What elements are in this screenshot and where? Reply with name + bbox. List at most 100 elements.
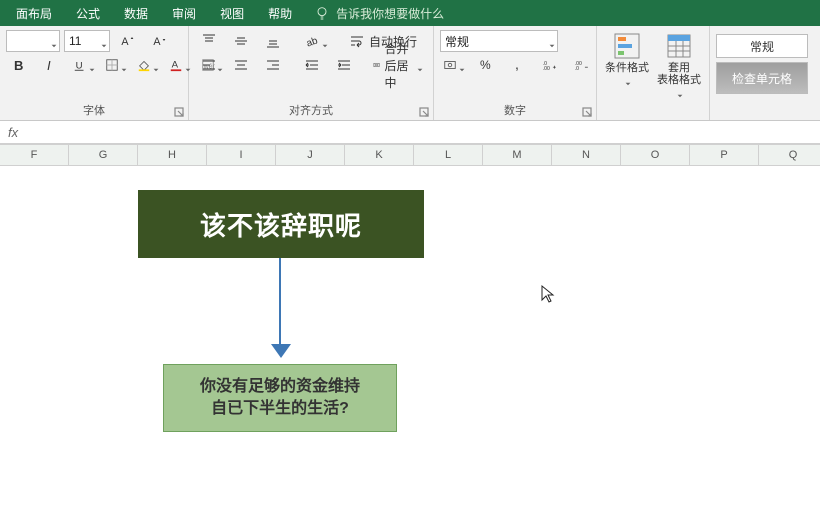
menu-bar: 面布局 公式 数据 审阅 视图 帮助 告诉我你想要做什么 [0, 0, 820, 26]
menu-view[interactable]: 视图 [208, 0, 256, 26]
decrease-decimal-button[interactable]: .00.0 [568, 54, 596, 76]
number-format-value: 常规 [445, 33, 469, 50]
column-header[interactable]: J [276, 145, 345, 165]
chevron-down-icon [459, 62, 465, 68]
comma-button[interactable]: , [504, 54, 532, 76]
align-right-button[interactable] [259, 54, 287, 76]
group-label-font: 字体 [83, 102, 105, 118]
fx-icon[interactable]: fx [8, 125, 18, 140]
diagram-title-box[interactable]: 该不该辞职呢 [138, 190, 424, 258]
chevron-down-icon [677, 88, 683, 94]
decrease-decimal-icon: .00.0 [574, 57, 590, 73]
tell-me[interactable]: 告诉我你想要做什么 [304, 5, 454, 22]
borders-button[interactable] [102, 54, 130, 76]
outdent-icon [304, 57, 320, 73]
svg-text:.0: .0 [575, 66, 579, 72]
merge-center-label: 合并后居中 [385, 40, 411, 91]
merge-center-icon [373, 57, 380, 73]
format-as-table-button[interactable]: 套用 表格格式 [655, 30, 703, 94]
percent-button[interactable]: % [472, 54, 500, 76]
column-header[interactable]: O [621, 145, 690, 165]
border-icon [105, 57, 119, 73]
menu-layout[interactable]: 面布局 [4, 0, 64, 26]
number-format-select[interactable]: 常规 [440, 30, 558, 52]
italic-button[interactable]: I [38, 54, 66, 76]
column-header[interactable]: G [69, 145, 138, 165]
align-left-button[interactable] [195, 54, 223, 76]
worksheet-canvas[interactable]: 该不该辞职呢 你没有足够的资金维持 自已下半生的生活? [0, 166, 820, 528]
menu-formulas[interactable]: 公式 [64, 0, 112, 26]
font-size-select[interactable]: 11 [64, 30, 110, 52]
increase-font-button[interactable]: A [114, 30, 142, 52]
cell-style-normal[interactable]: 常规 [716, 34, 808, 58]
menu-data[interactable]: 数据 [112, 0, 160, 26]
diagram-question-box[interactable]: 你没有足够的资金维持 自已下半生的生活? [163, 364, 397, 432]
align-center-button[interactable] [227, 54, 255, 76]
increase-decimal-button[interactable]: .0.00 [536, 54, 564, 76]
paint-bucket-icon [137, 57, 151, 73]
currency-button[interactable] [440, 54, 468, 76]
column-header[interactable]: F [0, 145, 69, 165]
increase-decimal-icon: .0.00 [542, 57, 558, 73]
merge-center-button[interactable]: 合并后居中 [369, 54, 427, 76]
cell-style-check-cell[interactable]: 检查单元格 [716, 62, 808, 94]
tell-me-label: 告诉我你想要做什么 [336, 5, 444, 22]
diagram-arrow-shaft [279, 258, 281, 348]
orientation-button[interactable]: ab [301, 30, 331, 52]
align-middle-icon [233, 33, 249, 49]
ribbon-group-cond-table: 条件格式 套用 表格格式 [597, 26, 710, 120]
ribbon-group-number: 常规 % , .0.00 .00.0 数字 [434, 26, 597, 120]
currency-icon [443, 57, 457, 73]
fill-color-button[interactable] [134, 54, 162, 76]
column-header[interactable]: I [207, 145, 276, 165]
font-decrease-icon: A [152, 33, 168, 49]
align-left-icon [201, 57, 217, 73]
menu-help[interactable]: 帮助 [256, 0, 304, 26]
ribbon-group-styles: 常规 检查单元格 [710, 26, 820, 120]
formula-input[interactable] [28, 122, 820, 142]
column-header[interactable]: N [552, 145, 621, 165]
svg-text:A: A [153, 36, 161, 48]
dialog-launcher-align[interactable] [419, 106, 429, 116]
underline-icon: U [73, 57, 87, 73]
svg-text:A: A [172, 60, 179, 71]
increase-indent-button[interactable] [330, 54, 358, 76]
column-header[interactable]: L [414, 145, 483, 165]
decrease-font-button[interactable]: A [146, 30, 174, 52]
align-bottom-button[interactable] [259, 30, 287, 52]
ribbon: 11 A A B I U A wén 字体 [0, 26, 820, 121]
orientation-icon: ab [304, 33, 320, 49]
bold-button[interactable]: B [6, 54, 34, 76]
svg-text:I: I [47, 58, 51, 73]
dialog-launcher-font[interactable] [174, 106, 184, 116]
italic-icon: I [44, 57, 60, 73]
column-header[interactable]: P [690, 145, 759, 165]
conditional-format-icon [613, 32, 641, 60]
comma-icon: , [510, 57, 526, 73]
column-header[interactable]: M [483, 145, 552, 165]
align-middle-button[interactable] [227, 30, 255, 52]
svg-text:B: B [14, 58, 23, 73]
dialog-launcher-number[interactable] [582, 106, 592, 116]
format-as-table-label: 套用 表格格式 [657, 62, 701, 86]
group-label-number: 数字 [504, 102, 526, 118]
chevron-down-icon [121, 62, 127, 68]
font-increase-icon: A [120, 33, 136, 49]
chevron-down-icon [549, 38, 555, 44]
bold-icon: B [12, 57, 28, 73]
font-family-select[interactable] [6, 30, 60, 52]
ribbon-group-font: 11 A A B I U A wén 字体 [0, 26, 189, 120]
column-header[interactable]: Q [759, 145, 820, 165]
svg-text:%: % [480, 58, 491, 72]
align-top-button[interactable] [195, 30, 223, 52]
column-header[interactable]: H [138, 145, 207, 165]
conditional-formatting-button[interactable]: 条件格式 [603, 30, 651, 82]
decrease-indent-button[interactable] [298, 54, 326, 76]
underline-button[interactable]: U [70, 54, 98, 76]
percent-icon: % [478, 57, 494, 73]
ribbon-group-alignment: ab 自动换行 合并后居中 [189, 26, 434, 120]
menu-review[interactable]: 审阅 [160, 0, 208, 26]
font-color-icon: A [169, 57, 183, 73]
column-header[interactable]: K [345, 145, 414, 165]
chevron-down-icon [101, 38, 107, 44]
